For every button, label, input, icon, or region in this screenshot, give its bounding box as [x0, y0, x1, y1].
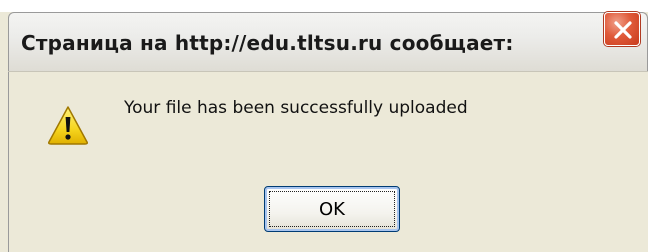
dialog-titlebar[interactable]: Страница на http://edu.tltsu.ru сообщает…	[8, 12, 648, 72]
close-button[interactable]	[604, 12, 640, 46]
background-strip	[0, 0, 648, 12]
dialog-message: Your file has been successfully uploaded	[124, 98, 468, 118]
alert-dialog: Страница на http://edu.tltsu.ru сообщает…	[0, 0, 648, 252]
close-icon	[614, 21, 632, 39]
warning-icon	[48, 106, 88, 145]
ok-button[interactable]: OK	[264, 186, 400, 232]
dialog-title: Страница на http://edu.tltsu.ru сообщает…	[21, 31, 514, 55]
